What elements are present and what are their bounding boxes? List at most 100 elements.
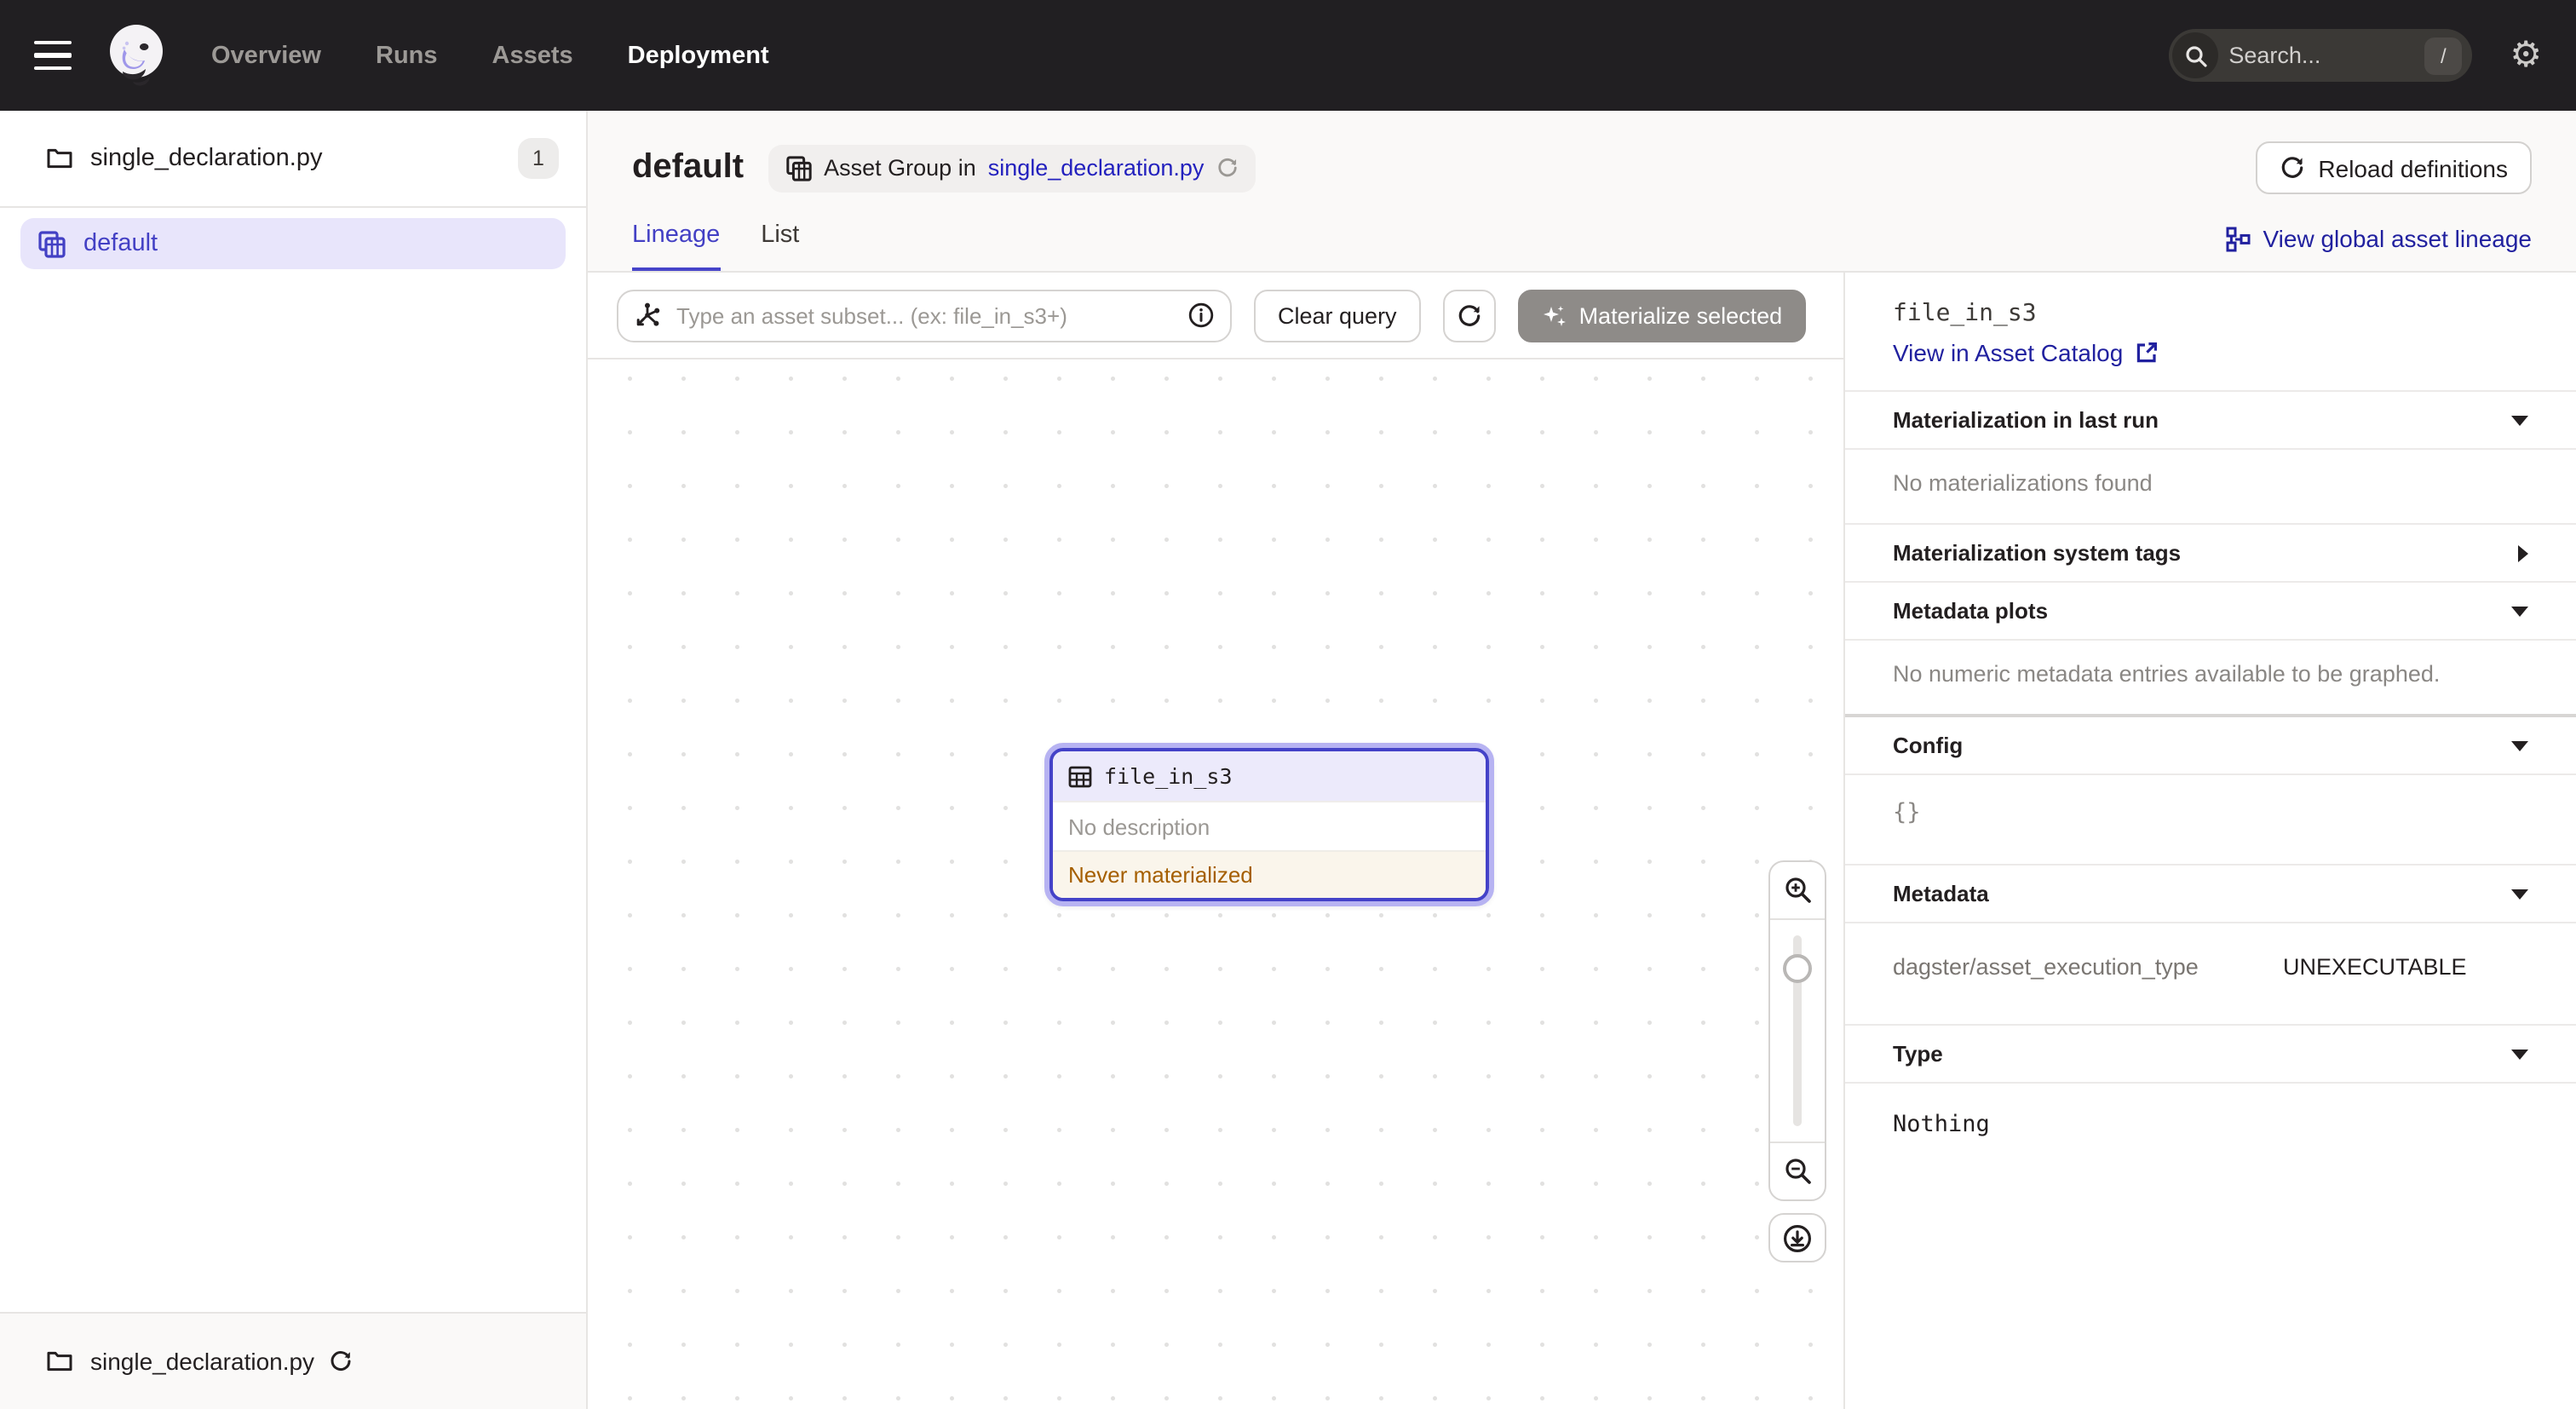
- top-nav-right: / ⚙: [2169, 29, 2542, 82]
- main-area: default Asset Group in single_declaratio…: [588, 111, 2576, 1409]
- section-body-empty-state: No numeric metadata entries available to…: [1845, 639, 2576, 714]
- nav-item-runs[interactable]: Runs: [376, 42, 438, 69]
- config-value: {}: [1845, 774, 2576, 864]
- refresh-icon[interactable]: [1216, 157, 1238, 179]
- lineage-view: Clear query Materialize selected: [588, 273, 1843, 1409]
- view-global-asset-lineage-link[interactable]: View global asset lineage: [2226, 225, 2533, 271]
- asset-group-badge: Asset Group in single_declaration.py: [768, 144, 1255, 192]
- section-materialization-in-last-run[interactable]: Materialization in last run: [1845, 390, 2576, 448]
- section-title: Config: [1893, 733, 1963, 758]
- section-type[interactable]: Type: [1845, 1024, 2576, 1082]
- download-icon: [1782, 1222, 1813, 1253]
- lineage-toolbar: Clear query Materialize selected: [588, 273, 1843, 359]
- sidebar-group-list: default: [0, 208, 586, 1312]
- sidebar-footer-label: single_declaration.py: [90, 1348, 314, 1375]
- chevron-right-icon: [2518, 544, 2528, 561]
- nav-links: Overview Runs Assets Deployment: [211, 42, 769, 69]
- asset-node-header: file_in_s3: [1053, 751, 1486, 801]
- chevron-down-icon: [2511, 1049, 2528, 1059]
- section-title: Materialization in last run: [1893, 407, 2159, 433]
- materialize-selected-label: Materialize selected: [1579, 302, 1783, 328]
- asset-subset-inputbox[interactable]: [617, 289, 1232, 342]
- zoom-in-icon: [1783, 876, 1812, 905]
- page-header: default Asset Group in single_declaratio…: [588, 111, 2576, 273]
- reload-definitions-button[interactable]: Reload definitions: [2255, 141, 2532, 194]
- search-box[interactable]: /: [2169, 29, 2472, 82]
- lineage-graph-canvas[interactable]: file_in_s3 No description Never material…: [588, 359, 1843, 1409]
- zoom-out-button[interactable]: [1770, 1143, 1825, 1199]
- asset-detail-panel: file_in_s3 View in Asset Catalog: [1843, 273, 2576, 1409]
- sidebar-footer-file-row[interactable]: single_declaration.py: [0, 1312, 586, 1409]
- dagster-logo-icon[interactable]: [102, 20, 174, 91]
- zoom-in-button[interactable]: [1770, 862, 1825, 918]
- asset-selector-icon: [634, 302, 661, 329]
- lineage-graph-icon: [2226, 226, 2251, 251]
- nav-item-overview[interactable]: Overview: [211, 42, 321, 69]
- dagster-app: Overview Runs Assets Deployment / ⚙ sing…: [0, 0, 2576, 1409]
- tab-list[interactable]: List: [761, 221, 799, 271]
- metadata-value: UNEXECUTABLE: [2283, 954, 2467, 980]
- info-icon[interactable]: [1187, 302, 1215, 329]
- zoom-control-panel: [1768, 860, 1826, 1201]
- asset-node-file-in-s3[interactable]: file_in_s3 No description Never material…: [1044, 743, 1494, 906]
- clear-query-button[interactable]: Clear query: [1254, 289, 1421, 342]
- sidebar-file-row[interactable]: single_declaration.py 1: [0, 111, 586, 208]
- chevron-down-icon: [2511, 415, 2528, 425]
- hamburger-icon[interactable]: [34, 41, 72, 71]
- zoom-slider-handle[interactable]: [1783, 954, 1812, 983]
- search-shortcut-badge: /: [2424, 37, 2462, 74]
- page-title: default: [632, 148, 744, 187]
- refresh-graph-button[interactable]: [1443, 289, 1496, 342]
- asset-group-badge-text: Asset Group in: [824, 155, 976, 181]
- external-link-icon: [2135, 341, 2159, 365]
- tab-lineage[interactable]: Lineage: [632, 221, 720, 271]
- section-title: Type: [1893, 1041, 1943, 1067]
- section-title: Materialization system tags: [1893, 540, 2181, 566]
- asset-node-status: Never materialized: [1053, 850, 1486, 898]
- reload-definitions-label: Reload definitions: [2318, 154, 2508, 181]
- table-grid-icon: [1068, 764, 1092, 788]
- section-metadata[interactable]: Metadata: [1845, 864, 2576, 922]
- nav-item-deployment[interactable]: Deployment: [628, 42, 769, 69]
- asset-group-file-link[interactable]: single_declaration.py: [988, 155, 1205, 181]
- chevron-down-icon: [2511, 889, 2528, 899]
- metadata-key: dagster/asset_execution_type: [1893, 954, 2283, 980]
- gear-icon[interactable]: ⚙: [2510, 37, 2542, 73]
- sparkle-icon: [1542, 302, 1567, 328]
- asset-node-name: file_in_s3: [1104, 763, 1233, 789]
- metadata-table: dagster/asset_execution_type UNEXECUTABL…: [1845, 922, 2576, 1024]
- asset-node-description: No description: [1053, 801, 1486, 850]
- sidebar-item-label: default: [83, 230, 158, 257]
- search-input[interactable]: [2218, 43, 2424, 68]
- chevron-down-icon: [2511, 606, 2528, 616]
- section-body-empty-state: No materializations found: [1845, 448, 2576, 523]
- zoom-out-icon: [1783, 1157, 1812, 1186]
- refresh-icon: [1457, 302, 1482, 328]
- code-location-sidebar: single_declaration.py 1 default: [0, 111, 588, 1409]
- section-materialization-system-tags[interactable]: Materialization system tags: [1845, 523, 2576, 581]
- section-config[interactable]: Config: [1845, 717, 2576, 774]
- view-in-asset-catalog-label: View in Asset Catalog: [1893, 339, 2123, 366]
- section-metadata-plots[interactable]: Metadata plots: [1845, 581, 2576, 639]
- clear-query-label: Clear query: [1278, 302, 1397, 328]
- asset-subset-input[interactable]: [673, 301, 1176, 330]
- type-value: Nothing: [1845, 1082, 2576, 1179]
- zoom-slider[interactable]: [1770, 920, 1825, 1142]
- metadata-row: dagster/asset_execution_type UNEXECUTABL…: [1893, 951, 2528, 983]
- refresh-icon: [2279, 155, 2304, 181]
- refresh-icon[interactable]: [328, 1349, 352, 1373]
- view-tabs: Lineage List: [632, 221, 799, 271]
- sidebar-file-label: single_declaration.py: [90, 145, 322, 172]
- view-in-asset-catalog-link[interactable]: View in Asset Catalog: [1893, 339, 2528, 366]
- asset-detail-title: file_in_s3: [1893, 300, 2528, 327]
- section-title: Metadata plots: [1893, 598, 2048, 624]
- screenshot-stage: Overview Runs Assets Deployment / ⚙ sing…: [0, 0, 2576, 1409]
- top-nav: Overview Runs Assets Deployment / ⚙: [0, 0, 2576, 111]
- folder-icon: [46, 1349, 73, 1373]
- folder-icon: [46, 147, 73, 170]
- sidebar-item-default-group[interactable]: default: [20, 218, 566, 269]
- download-graph-button[interactable]: [1768, 1213, 1826, 1262]
- materialize-selected-button[interactable]: Materialize selected: [1518, 289, 1807, 342]
- nav-item-assets[interactable]: Assets: [492, 42, 573, 69]
- view-global-asset-lineage-label: View global asset lineage: [2263, 225, 2533, 252]
